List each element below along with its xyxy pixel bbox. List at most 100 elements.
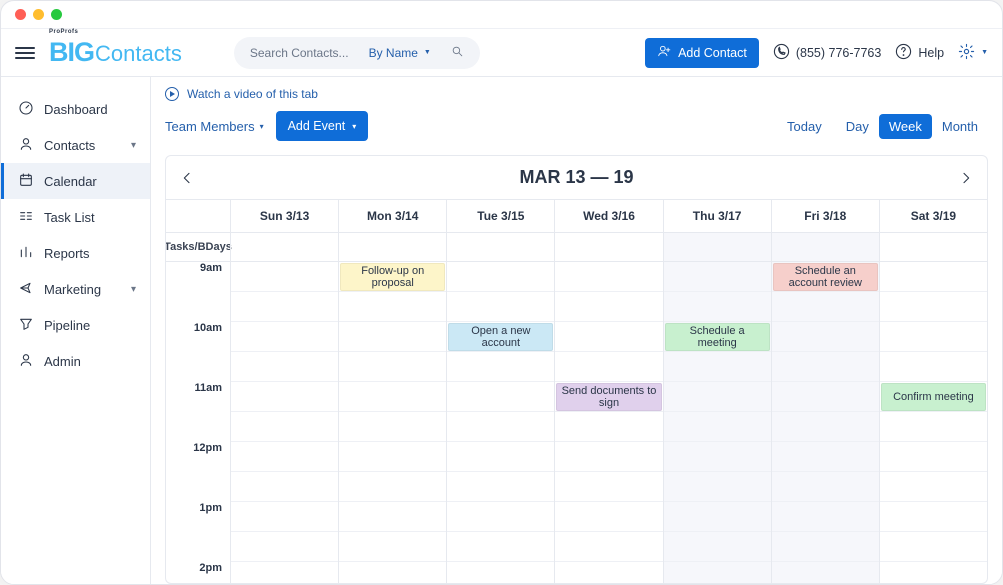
- calendar-toolbar: Team Members ▾ Add Event ▾ Today DayWeek…: [151, 101, 1002, 155]
- hamburger-icon[interactable]: [15, 47, 35, 59]
- prev-week-button[interactable]: [170, 156, 204, 200]
- top-bar: ProProfs BIG Contacts Search Contacts...…: [1, 29, 1002, 77]
- day-header-row: Sun 3/13Mon 3/14Tue 3/15Wed 3/16Thu 3/17…: [166, 200, 987, 233]
- watch-video-link[interactable]: Watch a video of this tab: [165, 87, 1002, 101]
- tasks-cell[interactable]: [771, 233, 879, 261]
- day-column[interactable]: Follow-up on proposal: [338, 262, 446, 583]
- window-maximize-icon[interactable]: [51, 9, 62, 20]
- day-header: Sat 3/19: [879, 200, 987, 232]
- day-header: Fri 3/18: [771, 200, 879, 232]
- next-week-button[interactable]: [949, 156, 983, 200]
- sidebar-item-label: Calendar: [44, 174, 97, 189]
- today-button[interactable]: Today: [787, 119, 822, 134]
- search-input[interactable]: Search Contacts... By Name ▼: [234, 37, 480, 69]
- admin-icon: [18, 352, 34, 371]
- day-column[interactable]: [230, 262, 338, 583]
- brand-proprofs: ProProfs: [49, 29, 78, 35]
- brand-big: BIG: [49, 37, 94, 68]
- add-event-button[interactable]: Add Event ▾: [276, 111, 369, 141]
- watch-video-label: Watch a video of this tab: [187, 87, 318, 101]
- sidebar-item-calendar[interactable]: Calendar: [1, 163, 150, 199]
- calendar-grid[interactable]: 9am10am11am12pm1pm2pm Follow-up on propo…: [166, 262, 987, 583]
- hour-label: 12pm: [166, 442, 230, 502]
- calendar-event[interactable]: Confirm meeting: [881, 383, 986, 411]
- view-option-month[interactable]: Month: [932, 114, 988, 139]
- window-minimize-icon[interactable]: [33, 9, 44, 20]
- help-label: Help: [918, 46, 944, 60]
- list-icon: [18, 208, 34, 227]
- sidebar-item-pipeline[interactable]: Pipeline: [1, 307, 150, 343]
- team-members-dropdown[interactable]: Team Members ▾: [165, 119, 264, 134]
- chevron-down-icon: ▾: [260, 122, 264, 131]
- day-column[interactable]: Send documents to sign: [554, 262, 662, 583]
- chevron-down-icon: ▼: [424, 49, 431, 56]
- calendar-event[interactable]: Open a new account: [448, 323, 553, 351]
- settings-dropdown[interactable]: ▼: [958, 43, 988, 63]
- day-column[interactable]: Confirm meeting: [879, 262, 987, 583]
- view-option-week[interactable]: Week: [879, 114, 932, 139]
- sidebar-item-reports[interactable]: Reports: [1, 235, 150, 271]
- add-user-icon: [657, 44, 671, 61]
- app-window: ProProfs BIG Contacts Search Contacts...…: [0, 0, 1003, 585]
- tasks-cell[interactable]: [338, 233, 446, 261]
- day-column[interactable]: Schedule a meeting: [663, 262, 771, 583]
- time-column: 9am10am11am12pm1pm2pm: [166, 262, 230, 583]
- hour-label: 10am: [166, 322, 230, 382]
- sidebar: Dashboard Contacts ▾ Calendar Task List Repor…: [1, 77, 151, 584]
- calendar-event[interactable]: Schedule an account review: [773, 263, 878, 291]
- user-icon: [18, 136, 34, 155]
- calendar-event[interactable]: Send documents to sign: [556, 383, 661, 411]
- view-option-day[interactable]: Day: [836, 114, 879, 139]
- day-header: Sun 3/13: [230, 200, 338, 232]
- tasks-cell[interactable]: [554, 233, 662, 261]
- phone-number: (855) 776-7763: [796, 46, 881, 60]
- chevron-down-icon: ▾: [352, 122, 356, 131]
- calendar-range-header: MAR 13 — 19: [166, 156, 987, 200]
- calendar-event[interactable]: Follow-up on proposal: [340, 263, 445, 291]
- sidebar-item-dashboard[interactable]: Dashboard: [1, 91, 150, 127]
- sidebar-item-label: Contacts: [44, 138, 95, 153]
- hour-label: 9am: [166, 262, 230, 322]
- search-byname-dropdown[interactable]: By Name ▼: [369, 46, 431, 60]
- day-header: Wed 3/16: [554, 200, 662, 232]
- bar-chart-icon: [18, 244, 34, 263]
- tasks-cell[interactable]: [663, 233, 771, 261]
- sidebar-item-label: Pipeline: [44, 318, 90, 333]
- main-content: Watch a video of this tab Team Members ▾…: [151, 77, 1002, 584]
- sidebar-item-contacts[interactable]: Contacts ▾: [1, 127, 150, 163]
- search-placeholder: Search Contacts...: [250, 46, 349, 60]
- chevron-down-icon: ▾: [131, 140, 136, 151]
- add-contact-button[interactable]: Add Contact: [645, 38, 759, 68]
- sidebar-item-task-list[interactable]: Task List: [1, 199, 150, 235]
- day-header: Mon 3/14: [338, 200, 446, 232]
- megaphone-icon: [18, 280, 34, 299]
- tasks-bdays-row: Tasks/BDays: [166, 233, 987, 262]
- phone-icon: [773, 43, 790, 63]
- help-link[interactable]: Help: [895, 43, 944, 63]
- tasks-cell[interactable]: [230, 233, 338, 261]
- sidebar-item-admin[interactable]: Admin: [1, 343, 150, 379]
- window-titlebar: [1, 1, 1002, 29]
- brand-logo[interactable]: ProProfs BIG Contacts: [49, 37, 182, 68]
- sidebar-item-label: Dashboard: [44, 102, 108, 117]
- window-close-icon[interactable]: [15, 9, 26, 20]
- sidebar-item-label: Reports: [44, 246, 90, 261]
- hour-label: 2pm: [166, 562, 230, 583]
- calendar-range-title: MAR 13 — 19: [519, 167, 633, 188]
- sidebar-item-marketing[interactable]: Marketing▾: [1, 271, 150, 307]
- view-switcher: Today DayWeekMonth: [787, 119, 988, 134]
- day-column[interactable]: Open a new account: [446, 262, 554, 583]
- add-event-label: Add Event: [288, 119, 346, 133]
- sidebar-item-label: Marketing: [44, 282, 101, 297]
- day-header: Tue 3/15: [446, 200, 554, 232]
- search-icon[interactable]: [451, 45, 464, 61]
- tasks-cell[interactable]: [879, 233, 987, 261]
- phone-link[interactable]: (855) 776-7763: [773, 43, 881, 63]
- calendar: MAR 13 — 19 Sun 3/13Mon 3/14Tue 3/15Wed …: [165, 155, 988, 584]
- day-column[interactable]: Schedule an account review: [771, 262, 879, 583]
- brand-contacts: Contacts: [95, 41, 182, 67]
- sidebar-item-label: Task List: [44, 210, 95, 225]
- tasks-cell[interactable]: [446, 233, 554, 261]
- calendar-event[interactable]: Schedule a meeting: [665, 323, 770, 351]
- hour-label: 1pm: [166, 502, 230, 562]
